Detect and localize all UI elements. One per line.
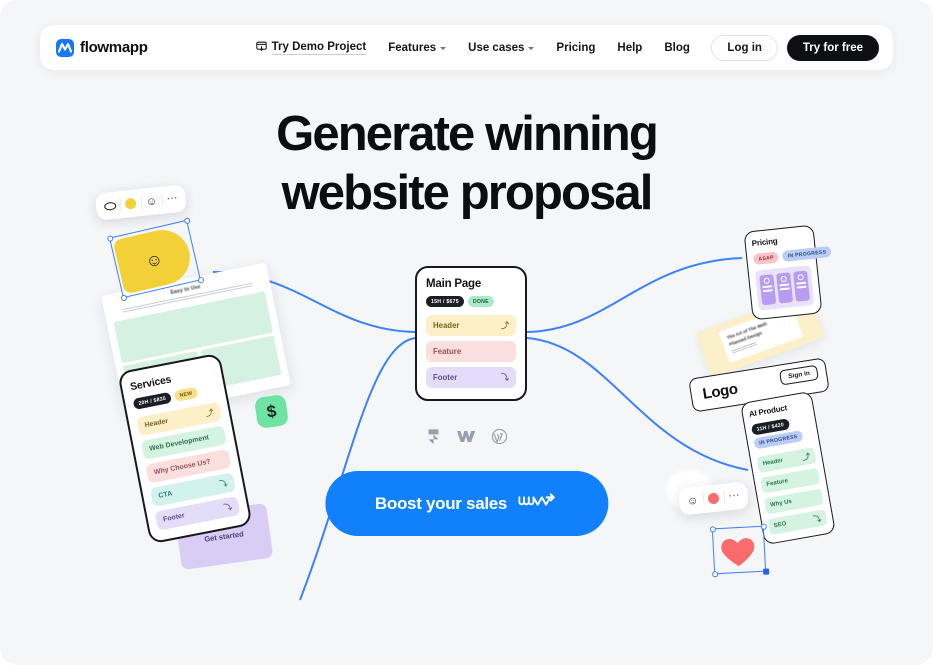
- shape-oval-icon[interactable]: [98, 195, 121, 216]
- integration-logos: [0, 428, 933, 450]
- card-main-badges: 15H / $675 DONE: [426, 296, 516, 308]
- nav-item-use-cases[interactable]: Use cases: [468, 41, 535, 54]
- status-badge: NEW: [173, 386, 199, 403]
- framer-icon: [425, 428, 442, 450]
- list-item[interactable]: SEO ⤵: [767, 509, 828, 536]
- brand-name: flowmapp: [80, 39, 148, 56]
- sign-in-button[interactable]: Sign in: [779, 364, 819, 386]
- nav-links: Try Demo Project Features Use cases Pric…: [255, 40, 690, 55]
- row-arrow-icon: ⤴: [801, 451, 812, 463]
- row-arrow-icon: ⤵: [223, 502, 233, 513]
- nav-use-cases-label: Use cases: [468, 41, 525, 54]
- pricing-columns: [754, 265, 815, 311]
- status-badge: DONE: [467, 296, 494, 308]
- nav-try-demo-label: Try Demo Project: [271, 40, 367, 55]
- list-item[interactable]: Footer ⤵: [426, 367, 516, 389]
- resize-handle-bl[interactable]: [711, 570, 718, 577]
- row-arrow-icon: ⤵: [501, 373, 509, 383]
- nav-help-label: Help: [617, 41, 643, 54]
- resize-handle-tl[interactable]: [709, 525, 716, 533]
- card-pricing-title: Pricing: [751, 236, 778, 249]
- row-label: CTA: [158, 490, 173, 501]
- nav-blog-label: Blog: [664, 41, 690, 54]
- illustration-canvas: Easy to Use ☺ ☺ ⋯ Services 20H / $835 NE…: [0, 0, 933, 665]
- boost-your-sales-button[interactable]: Boost your sales: [324, 471, 609, 536]
- more-icon[interactable]: ⋯: [723, 486, 746, 507]
- logo-bar-label: Logo: [701, 380, 739, 403]
- resize-handle-br[interactable]: [762, 567, 769, 575]
- page-viewport: flowmapp Try Demo Project Features Use c…: [0, 0, 933, 665]
- nav-try-demo-project[interactable]: Try Demo Project: [255, 40, 367, 55]
- status-badge: 20H / $835: [132, 391, 172, 411]
- nav-item-help[interactable]: Help: [617, 42, 642, 54]
- row-label: SEO: [773, 521, 787, 530]
- flowmapp-logo-icon: [56, 38, 74, 57]
- emoji-icon[interactable]: ☺: [681, 490, 704, 511]
- nav-item-blog[interactable]: Blog: [664, 42, 690, 54]
- nav-pricing-label: Pricing: [556, 41, 596, 54]
- cta-container: Boost your sales: [324, 471, 609, 536]
- card-main-title: Main Page: [426, 278, 482, 290]
- demo-window-icon: [255, 41, 267, 55]
- more-icon[interactable]: ⋯: [161, 189, 184, 210]
- card-pricing[interactable]: Pricing ASAP IN PROGRESS: [743, 224, 832, 321]
- card-main-page[interactable]: Main Page 15H / $675 DONE Header ⤴ Featu…: [415, 266, 527, 402]
- row-label: Feature: [433, 347, 462, 357]
- row-label: Feature: [766, 478, 789, 489]
- webflow-icon: [457, 428, 476, 450]
- brand-logo[interactable]: flowmapp: [56, 38, 148, 57]
- row-arrow-icon: ⤴: [501, 321, 509, 331]
- pricing-column: [759, 274, 777, 306]
- row-arrow-icon: ⤵: [812, 513, 822, 525]
- chevron-down-icon: [528, 46, 535, 50]
- pricing-column: [793, 270, 811, 302]
- nav-actions: Log in Try for free: [711, 34, 879, 61]
- row-label: Why Us: [769, 499, 793, 509]
- card-main-rows: Header ⤴ Feature Footer ⤵: [426, 315, 516, 389]
- nav-features-label: Features: [388, 41, 437, 54]
- row-label: Footer: [162, 512, 186, 524]
- row-label: Header: [433, 321, 460, 331]
- row-label: Why Choose Us?: [153, 458, 212, 477]
- row-label: Header: [762, 458, 784, 468]
- emoji-icon[interactable]: ☺: [140, 191, 163, 212]
- login-button[interactable]: Log in: [711, 34, 778, 61]
- card-ai-rows: Header ⤴ Feature Why Us SEO ⤵: [756, 447, 828, 536]
- row-label: Footer: [433, 373, 458, 383]
- resize-handle-tl[interactable]: [106, 234, 114, 242]
- resize-handle-tr[interactable]: [760, 523, 767, 530]
- status-badge: 15H / $675: [426, 296, 464, 308]
- card-services-rows: Header ⤴ Web Development Why Choose Us? …: [136, 401, 241, 531]
- top-navbar: flowmapp Try Demo Project Features Use c…: [40, 25, 893, 70]
- color-red-icon[interactable]: [702, 488, 725, 509]
- nav-item-pricing[interactable]: Pricing: [556, 42, 595, 54]
- chevron-down-icon: [440, 46, 447, 50]
- dollar-chip[interactable]: $: [253, 393, 290, 430]
- row-arrow-icon: ⤵: [218, 478, 229, 490]
- status-badge: ASAP: [752, 251, 780, 266]
- card-pricing-badges: ASAP IN PROGRESS: [752, 245, 832, 266]
- color-yellow-icon[interactable]: [119, 193, 142, 214]
- cta-label: Boost your sales: [374, 493, 508, 513]
- list-item[interactable]: Feature: [426, 341, 516, 363]
- squiggle-arrow-icon: [518, 493, 558, 514]
- try-for-free-button[interactable]: Try for free: [786, 34, 879, 61]
- list-item[interactable]: Header ⤴: [426, 315, 516, 337]
- selection-box-heart[interactable]: [709, 523, 769, 577]
- nav-item-features[interactable]: Features: [388, 41, 447, 54]
- wordpress-icon: [491, 428, 508, 450]
- pricing-column: [776, 272, 794, 304]
- row-arrow-icon: ⤴: [204, 408, 215, 419]
